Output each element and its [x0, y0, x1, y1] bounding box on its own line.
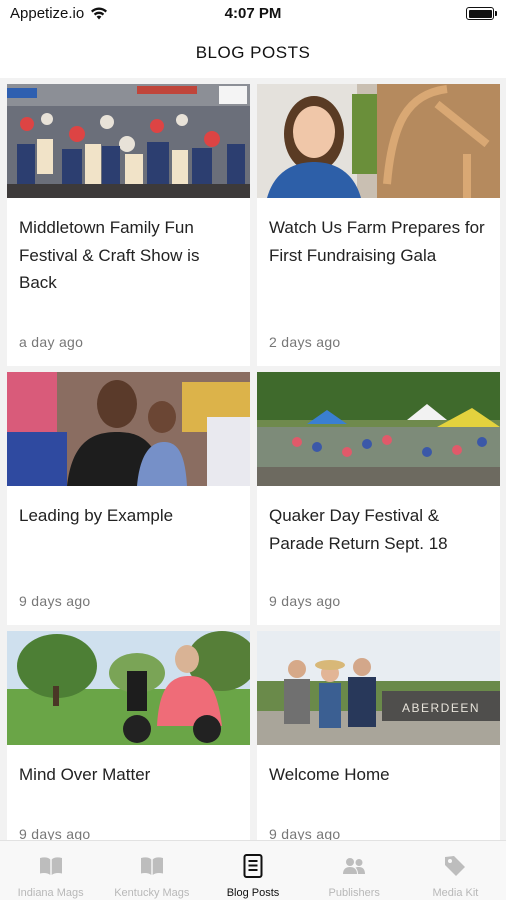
- battery-icon: [466, 7, 497, 20]
- wheelchair-park-photo: [7, 631, 250, 745]
- woman-portrait-photo: [257, 84, 500, 198]
- bottom-tab-bar: Indiana Mags Kentucky Mags Blog Posts Pu…: [0, 840, 506, 900]
- post-title: Leading by Example: [19, 506, 174, 525]
- aberdeen-sign-photo: ABERDEEN: [257, 631, 500, 745]
- tab-media-kit[interactable]: Media Kit: [405, 841, 506, 900]
- blog-post-card[interactable]: Watch Us Farm Prepares for First Fundrai…: [257, 84, 500, 366]
- open-book-icon: [140, 857, 163, 875]
- tab-kentucky-mags[interactable]: Kentucky Mags: [101, 841, 202, 900]
- tab-publishers[interactable]: Publishers: [304, 841, 405, 900]
- post-timestamp: a day ago: [19, 334, 84, 350]
- blog-post-card[interactable]: Quaker Day Festival & Parade Return Sept…: [257, 372, 500, 625]
- tab-indiana-mags[interactable]: Indiana Mags: [0, 841, 101, 900]
- status-bar: Appetize.io 4:07 PM: [0, 0, 506, 28]
- post-title: Quaker Day Festival & Parade Return Sept…: [269, 506, 448, 553]
- tab-label: Kentucky Mags: [114, 887, 190, 899]
- blog-post-card[interactable]: Middletown Family Fun Festival & Craft S…: [7, 84, 250, 366]
- document-icon: [243, 854, 263, 878]
- blog-post-feed[interactable]: Middletown Family Fun Festival & Craft S…: [0, 78, 506, 840]
- aberdeen-sign-text: ABERDEEN: [402, 701, 480, 715]
- tab-label: Publishers: [328, 887, 380, 899]
- blog-post-card[interactable]: ABERDEEN Welcome Home 9 days ago: [257, 631, 500, 840]
- page-title: BLOG POSTS: [195, 43, 311, 62]
- post-title: Middletown Family Fun Festival & Craft S…: [19, 218, 200, 292]
- open-book-icon: [39, 857, 62, 875]
- status-time: 4:07 PM: [224, 5, 282, 22]
- blog-post-card[interactable]: Mind Over Matter 9 days ago: [7, 631, 250, 840]
- tab-label: Indiana Mags: [17, 887, 84, 899]
- post-title: Watch Us Farm Prepares for First Fundrai…: [269, 218, 485, 265]
- father-daughter-photo: [7, 372, 250, 486]
- blog-post-card[interactable]: Leading by Example 9 days ago: [7, 372, 250, 625]
- tab-blog-posts[interactable]: Blog Posts: [202, 841, 303, 900]
- nav-header: BLOG POSTS: [0, 28, 506, 78]
- post-timestamp: 9 days ago: [269, 593, 341, 609]
- parade-tents-photo: [257, 372, 500, 486]
- post-title: Welcome Home: [269, 765, 390, 784]
- tab-label: Blog Posts: [226, 887, 280, 899]
- post-title: Mind Over Matter: [19, 765, 151, 784]
- post-timestamp: 9 days ago: [19, 826, 91, 840]
- post-timestamp: 9 days ago: [19, 593, 91, 609]
- post-timestamp: 2 days ago: [269, 334, 341, 350]
- people-icon: [343, 858, 366, 874]
- festival-crowd-photo: [7, 84, 250, 198]
- post-timestamp: 9 days ago: [269, 826, 341, 840]
- tag-icon: [445, 856, 466, 876]
- tab-label: Media Kit: [432, 887, 479, 899]
